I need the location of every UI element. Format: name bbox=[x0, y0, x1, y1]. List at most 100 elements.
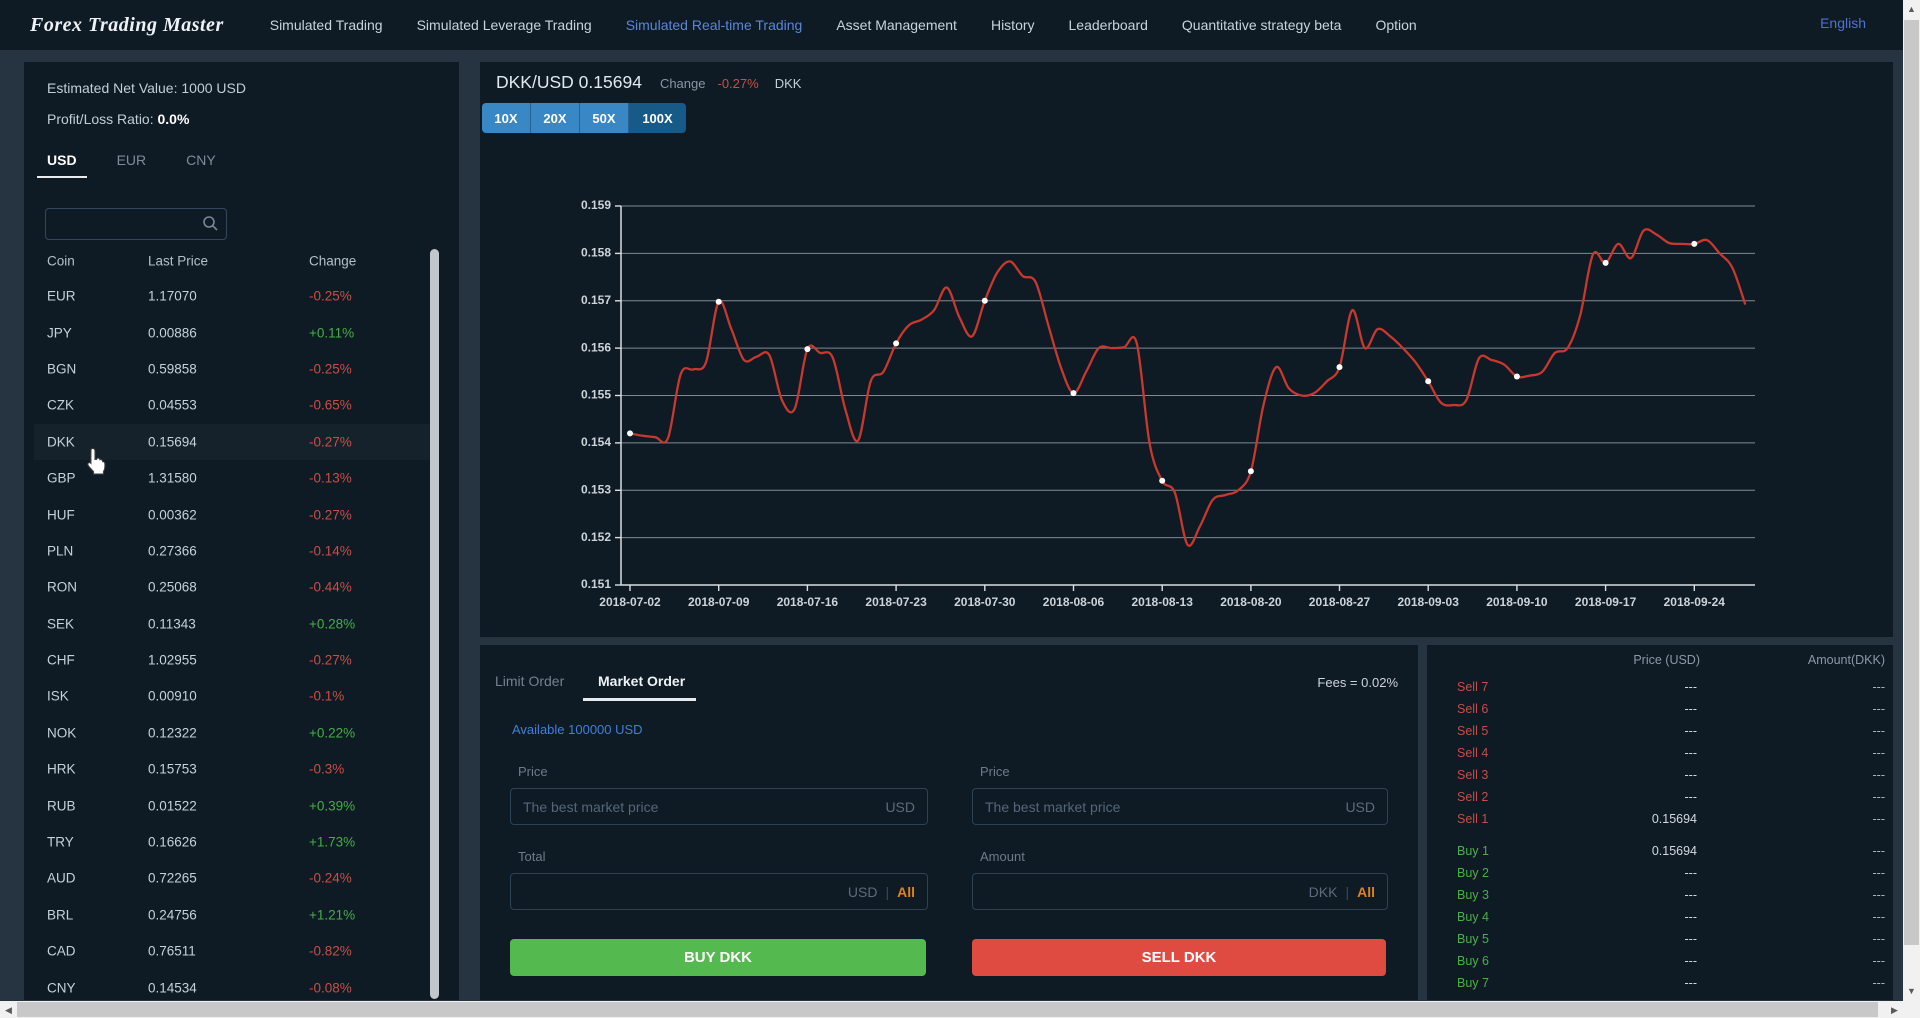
nav-item-option[interactable]: Option bbox=[1375, 17, 1416, 33]
coin-row-hrk[interactable]: HRK0.15753-0.3% bbox=[34, 751, 434, 787]
header-last-price: Last Price bbox=[148, 254, 208, 269]
coin-row-isk[interactable]: ISK0.00910-0.1% bbox=[34, 678, 434, 714]
orderbook-amount: --- bbox=[1873, 932, 1886, 946]
orderbook-row-sell-4[interactable]: Sell 4------ bbox=[1427, 742, 1893, 764]
coin-change: -0.24% bbox=[309, 871, 352, 886]
orderbook-row-buy-1[interactable]: Buy 10.15694--- bbox=[1427, 840, 1893, 862]
fees-note: Fees = 0.02% bbox=[1317, 675, 1398, 690]
orderbook-row-sell-1[interactable]: Sell 10.15694--- bbox=[1427, 808, 1893, 830]
svg-text:2018-08-27: 2018-08-27 bbox=[1309, 595, 1371, 609]
nav-item-asset-management[interactable]: Asset Management bbox=[836, 17, 957, 33]
coin-row-dkk[interactable]: DKK0.15694-0.27% bbox=[34, 424, 434, 460]
buy-button[interactable]: BUY DKK bbox=[510, 939, 926, 976]
orderbook-row-sell-3[interactable]: Sell 3------ bbox=[1427, 764, 1893, 786]
coin-row-ron[interactable]: RON0.25068-0.44% bbox=[34, 569, 434, 605]
coin-row-try[interactable]: TRY0.16626+1.73% bbox=[34, 824, 434, 860]
buy-all-button[interactable]: All bbox=[897, 884, 915, 900]
scroll-left-icon[interactable]: ◀ bbox=[0, 1005, 17, 1016]
svg-text:2018-07-23: 2018-07-23 bbox=[865, 595, 927, 609]
orderbook-row-buy-2[interactable]: Buy 2------ bbox=[1427, 862, 1893, 884]
coin-change: +0.22% bbox=[309, 725, 355, 740]
sell-price-field: USD bbox=[972, 788, 1388, 825]
net-value: Estimated Net Value: 1000 USD bbox=[47, 80, 246, 96]
scroll-up-icon[interactable]: ▲ bbox=[1903, 4, 1920, 14]
top-navbar: Forex Trading Master Simulated TradingSi… bbox=[0, 0, 1920, 50]
sell-button[interactable]: SELL DKK bbox=[972, 939, 1386, 976]
page-vertical-scrollbar[interactable]: ▲ ▼ bbox=[1903, 0, 1920, 1001]
vertical-scroll-thumb[interactable] bbox=[1904, 20, 1919, 945]
search-input[interactable] bbox=[46, 209, 206, 237]
nav-item-history[interactable]: History bbox=[991, 17, 1035, 33]
coin-row-cad[interactable]: CAD0.76511-0.82% bbox=[34, 933, 434, 969]
page-horizontal-scrollbar[interactable]: ◀ ▶ bbox=[0, 1001, 1920, 1018]
svg-text:2018-09-24: 2018-09-24 bbox=[1664, 595, 1726, 609]
coin-row-sek[interactable]: SEK0.11343+0.28% bbox=[34, 606, 434, 642]
orderbook-price: --- bbox=[1685, 910, 1698, 924]
svg-text:2018-08-20: 2018-08-20 bbox=[1220, 595, 1282, 609]
orderbook-level-label: Buy 6 bbox=[1457, 954, 1489, 968]
coin-row-nok[interactable]: NOK0.12322+0.22% bbox=[34, 715, 434, 751]
app-logo: Forex Trading Master bbox=[30, 14, 224, 37]
orderbook-row-buy-7[interactable]: Buy 7------ bbox=[1427, 972, 1893, 994]
orderbook-amount: --- bbox=[1873, 768, 1886, 782]
language-switch[interactable]: English bbox=[1820, 15, 1866, 31]
svg-text:2018-09-10: 2018-09-10 bbox=[1486, 595, 1548, 609]
sell-price-input[interactable] bbox=[973, 789, 1387, 824]
nav-item-quantitative-strategy-beta[interactable]: Quantitative strategy beta bbox=[1182, 17, 1342, 33]
coin-row-aud[interactable]: AUD0.72265-0.24% bbox=[34, 860, 434, 896]
orderbook-row-sell-5[interactable]: Sell 5------ bbox=[1427, 720, 1893, 742]
scroll-right-icon[interactable]: ▶ bbox=[1886, 1005, 1903, 1016]
scroll-down-icon[interactable]: ▼ bbox=[1903, 986, 1920, 996]
market-sidebar: Estimated Net Value: 1000 USD Profit/Los… bbox=[24, 62, 459, 1000]
orderbook-price: --- bbox=[1685, 932, 1698, 946]
coin-change: -0.25% bbox=[309, 289, 352, 304]
orderbook-row-buy-3[interactable]: Buy 3------ bbox=[1427, 884, 1893, 906]
sell-price-unit: USD bbox=[1345, 799, 1375, 815]
coin-row-eur[interactable]: EUR1.17070-0.25% bbox=[34, 278, 434, 314]
orderbook-row-sell-2[interactable]: Sell 2------ bbox=[1427, 786, 1893, 808]
buy-total-unit: USD bbox=[848, 884, 878, 900]
coin-change: +0.11% bbox=[309, 325, 354, 340]
coin-row-bgn[interactable]: BGN0.59858-0.25% bbox=[34, 351, 434, 387]
nav-items: Simulated Trading Simulated Leverage Trad… bbox=[270, 17, 1417, 33]
orderbook-row-sell-6[interactable]: Sell 6------ bbox=[1427, 698, 1893, 720]
coin-last-price: 0.15694 bbox=[148, 434, 197, 449]
coin-name: PLN bbox=[47, 543, 73, 558]
nav-item-leaderboard[interactable]: Leaderboard bbox=[1069, 17, 1148, 33]
tab-limit-order[interactable]: Limit Order bbox=[495, 673, 564, 689]
coin-row-pln[interactable]: PLN0.27366-0.14% bbox=[34, 533, 434, 569]
sidebar-scrollbar-thumb[interactable] bbox=[430, 249, 439, 999]
sell-all-button[interactable]: All bbox=[1357, 884, 1375, 900]
sidebar-tab-eur[interactable]: EUR bbox=[107, 152, 157, 178]
coin-row-chf[interactable]: CHF1.02955-0.27% bbox=[34, 642, 434, 678]
buy-price-input[interactable] bbox=[511, 789, 927, 824]
sidebar-tab-cny[interactable]: CNY bbox=[176, 152, 226, 178]
coin-row-jpy[interactable]: JPY0.00886+0.11% bbox=[34, 314, 434, 350]
horizontal-scroll-thumb[interactable] bbox=[17, 1002, 1878, 1017]
nav-item-simulated-leverage-trading[interactable]: Simulated Leverage Trading bbox=[417, 17, 592, 33]
orderbook-amount: --- bbox=[1873, 888, 1886, 902]
coin-row-brl[interactable]: BRL0.24756+1.21% bbox=[34, 897, 434, 933]
coin-row-czk[interactable]: CZK0.04553-0.65% bbox=[34, 387, 434, 423]
sell-amount-label: Amount bbox=[980, 849, 1025, 864]
orderbook-row-buy-4[interactable]: Buy 4------ bbox=[1427, 906, 1893, 928]
orderbook-row-buy-6[interactable]: Buy 6------ bbox=[1427, 950, 1893, 972]
orderbook-row-buy-5[interactable]: Buy 5------ bbox=[1427, 928, 1893, 950]
svg-text:0.157: 0.157 bbox=[581, 293, 611, 307]
orderbook-amount: --- bbox=[1873, 680, 1886, 694]
nav-item-simulated-trading[interactable]: Simulated Trading bbox=[270, 17, 383, 33]
order-form-panel: Limit Order Market Order Fees = 0.02% Av… bbox=[480, 645, 1418, 1000]
coin-row-rub[interactable]: RUB0.01522+0.39% bbox=[34, 787, 434, 823]
coin-change: -0.14% bbox=[309, 543, 352, 558]
orderbook-row-sell-7[interactable]: Sell 7------ bbox=[1427, 676, 1893, 698]
svg-text:0.152: 0.152 bbox=[581, 530, 611, 544]
coin-row-huf[interactable]: HUF0.00362-0.27% bbox=[34, 496, 434, 532]
sidebar-tab-usd[interactable]: USD bbox=[37, 152, 87, 178]
coin-row-cny[interactable]: CNY0.14534-0.08% bbox=[34, 969, 434, 1000]
svg-text:2018-07-16: 2018-07-16 bbox=[777, 595, 839, 609]
coin-name: AUD bbox=[47, 871, 76, 886]
nav-item-simulated-real-time-trading[interactable]: Simulated Real-time Trading bbox=[626, 17, 803, 33]
coin-row-gbp[interactable]: GBP1.31580-0.13% bbox=[34, 460, 434, 496]
tab-market-order[interactable]: Market Order bbox=[598, 673, 685, 689]
orderbook-level-label: Sell 2 bbox=[1457, 790, 1488, 804]
